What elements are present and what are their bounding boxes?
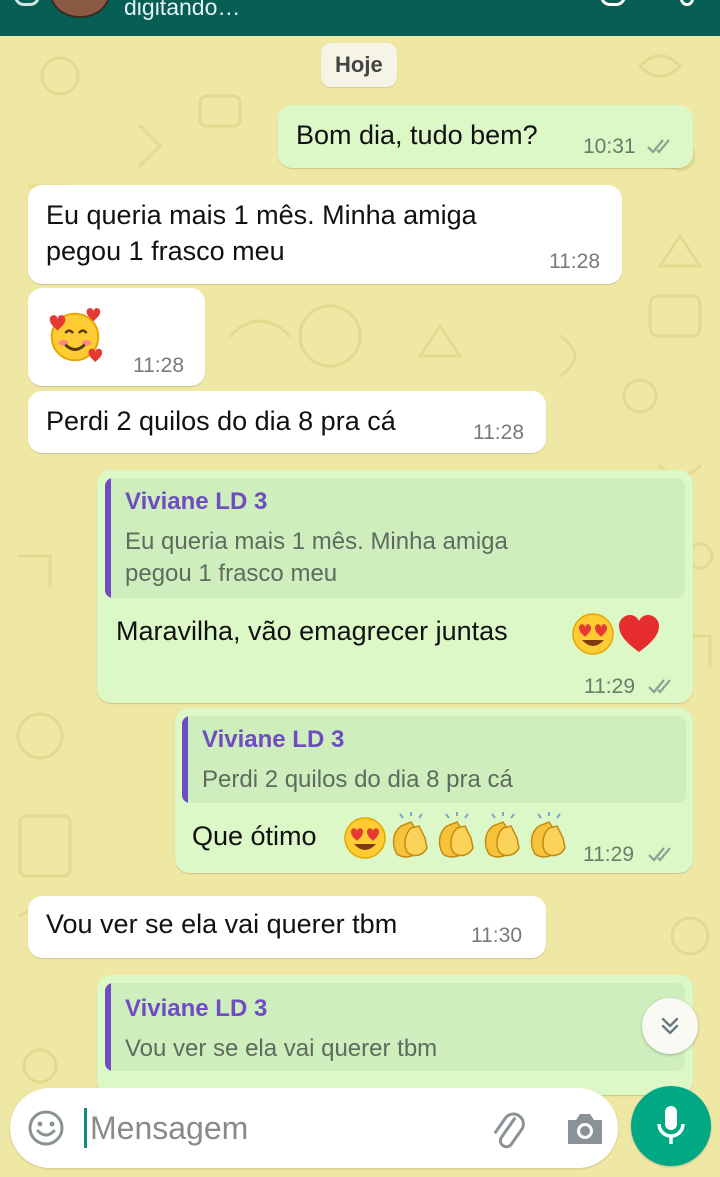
mic-icon — [657, 1106, 685, 1144]
clapping-hands-icon — [392, 812, 428, 858]
quote-accent-bar — [105, 983, 111, 1071]
call-icon[interactable] — [600, 0, 626, 6]
message-time: 11:30 — [471, 924, 522, 947]
message-text: Bom dia, tudo bem? — [296, 120, 538, 150]
read-ticks-icon — [647, 139, 670, 154]
double-chevron-down-icon — [661, 1017, 679, 1035]
attach-icon[interactable] — [486, 1106, 530, 1150]
quote-accent-bar — [105, 478, 111, 598]
quoted-message[interactable]: Viviane LD 3 Eu queria mais 1 mês. Minha… — [105, 478, 685, 598]
message-line: pegou 1 frasco meu — [46, 236, 285, 266]
text-caret — [84, 1108, 87, 1148]
heart-eyes-icon — [572, 613, 614, 655]
back-arrow-icon[interactable] — [14, 0, 40, 6]
clapping-hands-icon — [530, 812, 566, 858]
message-time: 10:31 — [583, 135, 636, 158]
message-time: 11:28 — [133, 354, 184, 377]
quote-line: Eu queria mais 1 mês. Minha amiga — [125, 528, 508, 555]
clapping-hands-icon — [484, 812, 520, 858]
message-time: 11:29 — [584, 675, 635, 698]
quote-author: Viviane LD 3 — [202, 726, 345, 753]
message-text: Que ótimo — [192, 821, 317, 851]
message-text: Maravilha, vão emagrecer juntas — [116, 616, 508, 646]
message-line: Eu queria mais 1 mês. Minha amiga — [46, 200, 477, 230]
read-ticks-icon — [648, 679, 671, 694]
clapping-hands-icon — [438, 812, 474, 858]
heart-eyes-icon — [344, 817, 386, 859]
message-bubble-outgoing[interactable]: Viviane LD 3 Perdi 2 quilos do dia 8 pra… — [175, 708, 693, 873]
quote-line: Perdi 2 quilos do dia 8 pra cá — [202, 766, 513, 793]
message-bubble-outgoing[interactable]: Viviane LD 3 Eu queria mais 1 mês. Minha… — [97, 470, 693, 703]
message-text: Vou ver se ela vai querer tbm — [46, 909, 398, 939]
chat-header: digitando… — [0, 0, 720, 36]
menu-icon[interactable] — [680, 0, 694, 6]
quoted-message[interactable]: Viviane LD 3 Perdi 2 quilos do dia 8 pra… — [182, 716, 686, 803]
contact-avatar[interactable] — [50, 0, 110, 18]
quote-author: Viviane LD 3 — [125, 488, 268, 515]
conversation-area[interactable]: Hoje Bom dia, tudo bem? 10:31 Eu queria … — [0, 36, 720, 1177]
smiling-face-with-hearts-icon — [49, 308, 103, 363]
message-bubble-outgoing[interactable]: Bom dia, tudo bem? 10:31 — [278, 105, 693, 168]
message-time: 11:29 — [583, 843, 634, 866]
quote-author: Viviane LD 3 — [125, 995, 268, 1022]
message-bubble-incoming[interactable]: Eu queria mais 1 mês. Minha amiga pegou … — [28, 185, 622, 284]
message-bubble-outgoing[interactable]: Viviane LD 3 Vou ver se ela vai querer t… — [97, 975, 693, 1095]
message-composer — [10, 1088, 618, 1168]
message-bubble-incoming[interactable]: Perdi 2 quilos do dia 8 pra cá 11:28 — [28, 391, 546, 453]
scroll-to-bottom-button[interactable] — [642, 998, 698, 1054]
read-ticks-icon — [648, 847, 671, 862]
quote-line: pegou 1 frasco meu — [125, 560, 338, 587]
message-text: Perdi 2 quilos do dia 8 pra cá — [46, 406, 396, 436]
voice-record-button[interactable] — [631, 1086, 711, 1166]
quote-line: Vou ver se ela vai querer tbm — [125, 1035, 438, 1062]
red-heart-icon — [619, 615, 659, 652]
quote-accent-bar — [182, 716, 188, 803]
quoted-message[interactable]: Viviane LD 3 Vou ver se ela vai querer t… — [105, 983, 685, 1071]
message-time: 11:28 — [473, 421, 524, 444]
emoji-icon[interactable] — [26, 1108, 66, 1148]
message-bubble-incoming[interactable]: 11:28 — [28, 288, 205, 386]
message-time: 11:28 — [549, 250, 600, 273]
typing-status: digitando… — [124, 0, 241, 20]
message-input[interactable] — [90, 1104, 470, 1152]
date-divider: Hoje — [321, 43, 397, 87]
message-bubble-incoming[interactable]: Vou ver se ela vai querer tbm 11:30 — [28, 896, 546, 958]
camera-icon[interactable] — [564, 1108, 606, 1148]
